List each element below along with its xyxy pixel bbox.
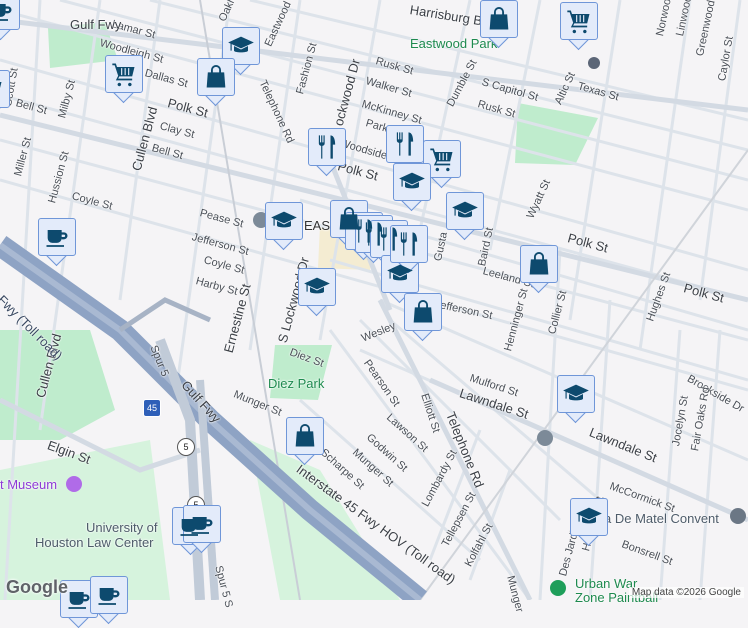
marker-box bbox=[520, 245, 558, 283]
marker-box bbox=[0, 70, 10, 108]
marker-box bbox=[393, 163, 431, 201]
map-marker-cart[interactable] bbox=[560, 2, 598, 51]
shopping-bag-icon bbox=[202, 63, 230, 91]
marker-box bbox=[60, 580, 98, 618]
interstate-45-shield: 45 bbox=[143, 399, 161, 417]
map-marker-graduation-cap[interactable] bbox=[265, 202, 303, 251]
cup-icon bbox=[0, 0, 15, 25]
marker-box bbox=[390, 225, 428, 263]
street-label: Gulf Fwy bbox=[70, 17, 122, 32]
cup-icon bbox=[188, 510, 216, 538]
museum-icon[interactable] bbox=[66, 476, 82, 492]
map-marker-cup[interactable] bbox=[0, 0, 20, 41]
convent-icon[interactable] bbox=[730, 508, 746, 524]
fork-knife-icon bbox=[313, 133, 341, 161]
cart-icon bbox=[110, 60, 138, 88]
university-label[interactable]: Houston Law Center bbox=[35, 535, 154, 550]
map-marker-shopping-bag[interactable] bbox=[197, 58, 235, 107]
map-marker-graduation-cap[interactable] bbox=[570, 498, 608, 547]
marker-box bbox=[423, 140, 461, 178]
museum-label[interactable]: t Museum bbox=[0, 477, 57, 492]
map-marker-shopping-bag[interactable] bbox=[480, 0, 518, 49]
marker-box bbox=[404, 293, 442, 331]
fork-knife-icon bbox=[391, 130, 419, 158]
cart-icon bbox=[565, 7, 593, 35]
map-marker-cup[interactable] bbox=[90, 576, 128, 625]
map-marker-cart[interactable] bbox=[105, 55, 143, 104]
school-icon[interactable] bbox=[537, 430, 553, 446]
map-attribution[interactable]: Map data ©2026 Google bbox=[628, 587, 744, 598]
cup-icon bbox=[95, 581, 123, 609]
university-label[interactable]: University of bbox=[86, 520, 158, 535]
marker-box bbox=[183, 505, 221, 543]
map-marker-shopping-bag[interactable] bbox=[286, 417, 324, 466]
marker-box bbox=[308, 128, 346, 166]
map-marker-cup[interactable] bbox=[38, 218, 76, 267]
cart-icon bbox=[0, 75, 5, 103]
marker-box bbox=[446, 192, 484, 230]
marker-box bbox=[480, 0, 518, 38]
marker-box bbox=[265, 202, 303, 240]
graduation-cap-icon bbox=[562, 380, 590, 408]
google-logo[interactable]: Google bbox=[6, 577, 68, 598]
map-marker-graduation-cap[interactable] bbox=[298, 268, 336, 317]
convent-label[interactable]: a De Matel Convent bbox=[604, 511, 719, 526]
route-5-shield: 5 bbox=[177, 438, 195, 456]
marker-box bbox=[105, 55, 143, 93]
cart-icon bbox=[428, 145, 456, 173]
diez-park-label[interactable]: Diez Park bbox=[268, 376, 324, 391]
graduation-cap-icon bbox=[451, 197, 479, 225]
map-marker-cart[interactable] bbox=[0, 70, 10, 119]
graduation-cap-icon bbox=[227, 32, 255, 60]
map-marker-fork-knife[interactable] bbox=[308, 128, 346, 177]
marker-box bbox=[0, 0, 20, 30]
shopping-bag-icon bbox=[525, 250, 553, 278]
marker-box bbox=[560, 2, 598, 40]
marker-box bbox=[90, 576, 128, 614]
park-pin-icon[interactable] bbox=[550, 580, 566, 596]
cup-icon bbox=[65, 585, 93, 613]
marker-box bbox=[386, 125, 424, 163]
park-area bbox=[515, 103, 598, 165]
graduation-cap-icon bbox=[270, 207, 298, 235]
shopping-bag-icon bbox=[409, 298, 437, 326]
marker-box bbox=[222, 27, 260, 65]
marker-box bbox=[286, 417, 324, 455]
map-marker-graduation-cap[interactable] bbox=[393, 163, 431, 212]
fork-knife-icon bbox=[395, 230, 423, 258]
graduation-cap-icon bbox=[303, 273, 331, 301]
map-marker-shopping-bag[interactable] bbox=[404, 293, 442, 342]
graduation-cap-icon bbox=[398, 168, 426, 196]
graduation-cap-icon bbox=[575, 503, 603, 531]
marker-box bbox=[570, 498, 608, 536]
map-marker-cup[interactable] bbox=[183, 505, 221, 554]
cup-icon bbox=[43, 223, 71, 251]
shopping-bag-icon bbox=[291, 422, 319, 450]
marker-box bbox=[38, 218, 76, 256]
transit-icon[interactable] bbox=[588, 57, 600, 69]
marker-box bbox=[298, 268, 336, 306]
graduation-cap-icon bbox=[386, 260, 414, 288]
marker-box bbox=[557, 375, 595, 413]
shopping-bag-icon bbox=[485, 5, 513, 33]
map-marker-shopping-bag[interactable] bbox=[520, 245, 558, 294]
marker-box bbox=[197, 58, 235, 96]
map-marker-graduation-cap[interactable] bbox=[557, 375, 595, 424]
map-marker-graduation-cap[interactable] bbox=[446, 192, 484, 241]
marker-box bbox=[381, 255, 419, 293]
